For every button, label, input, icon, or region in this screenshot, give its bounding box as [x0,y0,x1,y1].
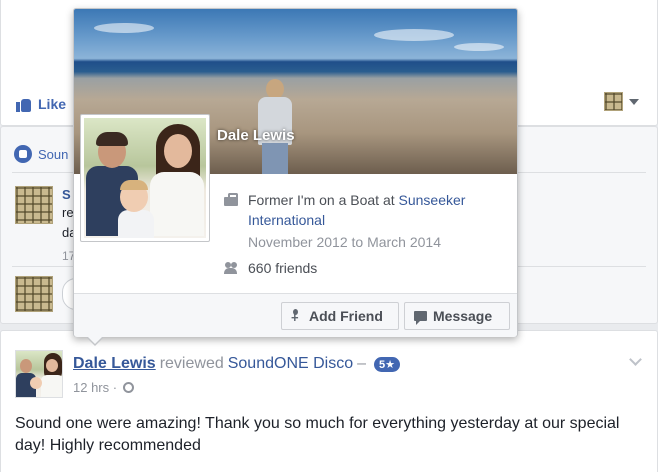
globe-icon[interactable] [123,382,135,393]
work-title: Former I'm on a Boat at [248,192,395,208]
comment-author-fragment[interactable]: S [62,186,71,203]
comment-text-fragment: re [62,205,74,220]
post-dash: – [357,355,367,372]
page-reference[interactable]: Soun [14,145,68,163]
post-body-text: Sound one were amazing! Thank you so muc… [15,415,620,454]
profile-hovercard: Dale Lewis Former I'm on a Boat at Sunse… [73,8,518,346]
comment-avatar[interactable] [15,186,53,224]
like-button[interactable]: Like [16,96,66,112]
work-dates: November 2012 to March 2014 [248,234,441,250]
page-like-icon [14,145,32,163]
message-icon [414,311,427,325]
page-avatar-small[interactable] [604,92,623,111]
hovercard-footer: Add Friend Message [74,293,517,337]
post-action: reviewed [159,355,224,372]
add-friend-label: Add Friend [309,308,383,324]
add-friend-button[interactable]: Add Friend [281,302,399,330]
hovercard-pointer [86,336,104,346]
rating-badge: 5★ [374,356,401,372]
caret-down-icon[interactable] [629,99,639,105]
thumbs-up-icon [16,96,32,112]
page-name-fragment: Soun [38,146,69,162]
friends-info: 660 friends [224,258,317,278]
post-author-link[interactable]: Dale Lewis [73,355,156,373]
briefcase-icon [224,193,238,207]
post-author-avatar[interactable] [15,350,63,398]
add-friend-icon [291,309,303,325]
post-header: Dale Lewis reviewed SoundONE Disco – 5★ [73,355,401,373]
post-meta: 12 hrs · [73,380,135,395]
post-page-link[interactable]: SoundONE Disco [228,355,353,373]
post-timestamp[interactable]: 12 hrs · [73,380,117,395]
profile-picture[interactable] [80,114,210,242]
hovercard-name[interactable]: Dale Lewis [217,127,295,144]
work-info: Former I'm on a Boat at Sunseeker Intern… [224,190,504,252]
message-button[interactable]: Message [404,302,510,330]
friends-icon [224,261,238,275]
like-label: Like [38,96,67,112]
friends-count[interactable]: 660 friends [248,258,317,278]
commenter-avatar [15,276,53,312]
message-label: Message [433,308,493,324]
